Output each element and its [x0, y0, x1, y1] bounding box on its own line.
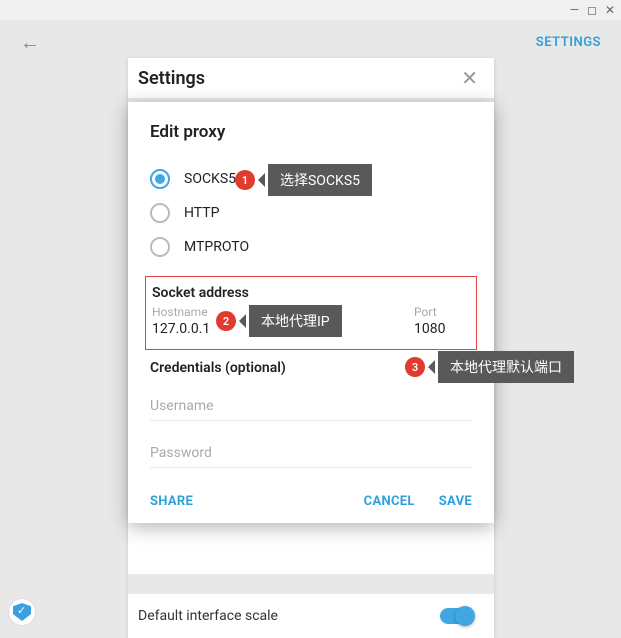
badge-number: 2 [216, 311, 236, 331]
back-arrow-icon[interactable]: ← [20, 30, 40, 55]
arrow-left-icon [258, 173, 265, 187]
badge-number: 3 [405, 357, 425, 377]
port-label: Port [414, 305, 470, 319]
socket-header: Socket address [152, 285, 470, 301]
callout-3: 3 本地代理默认端口 [405, 351, 574, 383]
port-input[interactable]: 1080 [414, 319, 470, 339]
maximize-button[interactable]: ◻ [587, 3, 597, 17]
radio-http[interactable]: HTTP [150, 196, 472, 230]
radio-label: MTPROTO [184, 239, 249, 255]
close-icon[interactable]: ✕ [461, 66, 478, 90]
minimize-button[interactable]: — [570, 3, 579, 17]
callout-text: 本地代理默认端口 [438, 351, 574, 383]
radio-mtproto[interactable]: MTPROTO [150, 230, 472, 264]
radio-icon [150, 169, 170, 189]
settings-title: Settings [138, 68, 205, 89]
radio-icon [150, 237, 170, 257]
default-scale-toggle[interactable] [440, 608, 474, 624]
title-bar: — ◻ ✕ [0, 0, 621, 20]
radio-label: HTTP [184, 205, 219, 221]
dialog-title: Edit proxy [150, 122, 472, 142]
callout-2: 2 本地代理IP [216, 305, 342, 337]
radio-label: SOCKS5 [184, 171, 236, 187]
close-button[interactable]: ✕ [605, 3, 615, 17]
shield-badge[interactable]: ✓ [8, 598, 36, 626]
settings-link[interactable]: SETTINGS [536, 35, 601, 50]
cancel-button[interactable]: CANCEL [364, 494, 415, 509]
default-scale-label: Default interface scale [138, 608, 278, 624]
password-input[interactable]: Password [150, 439, 472, 468]
username-input[interactable]: Username [150, 392, 472, 421]
callout-text: 选择SOCKS5 [268, 164, 372, 196]
share-button[interactable]: SHARE [150, 494, 193, 509]
save-button[interactable]: SAVE [439, 494, 472, 509]
arrow-left-icon [428, 360, 435, 374]
callout-1: 1 选择SOCKS5 [235, 164, 372, 196]
badge-number: 1 [235, 170, 255, 190]
arrow-left-icon [239, 314, 246, 328]
callout-text: 本地代理IP [249, 305, 342, 337]
radio-icon [150, 203, 170, 223]
